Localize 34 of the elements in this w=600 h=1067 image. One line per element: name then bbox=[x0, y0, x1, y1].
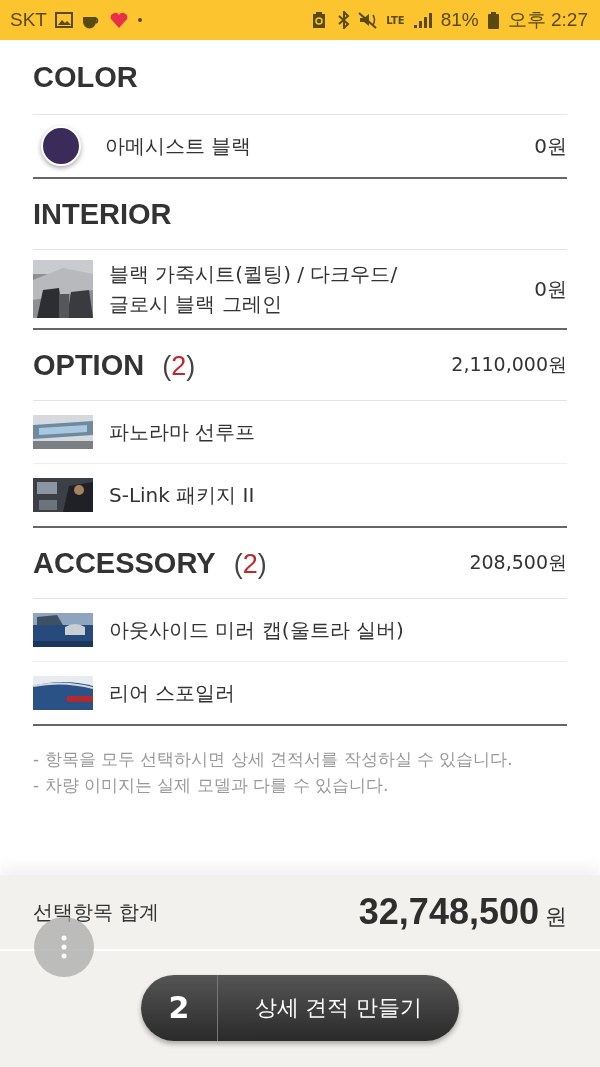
item-name: 파노라마 선루프 bbox=[109, 419, 257, 446]
section-title: OPTION bbox=[33, 348, 145, 382]
item-name: 블랙 가죽시트(퀼팅) / 다크우드/ 글로시 블랙 그레인 bbox=[109, 261, 399, 318]
item-name: 아메시스트 블랙 bbox=[105, 133, 253, 160]
section-title: COLOR bbox=[33, 60, 138, 94]
create-quote-button[interactable]: 2 상세 견적 만들기 bbox=[141, 975, 459, 1041]
battery-percent: 81% bbox=[440, 9, 479, 31]
currency-unit: 원 bbox=[545, 903, 567, 931]
item-count: (2) bbox=[162, 350, 196, 382]
more-icon bbox=[61, 935, 67, 959]
network-type: LTE bbox=[386, 14, 405, 26]
item-count: (2) bbox=[233, 548, 267, 580]
item-price: 0원 bbox=[534, 132, 567, 160]
item-name: S-Link 패키지 II bbox=[109, 482, 256, 509]
section-total: 2,110,000원 bbox=[451, 352, 567, 377]
notice-text: - 차량 이미지는 실제 모델과 다를 수 있습니다. bbox=[33, 774, 390, 797]
signal-icon bbox=[412, 11, 433, 29]
carrier-name: SKT bbox=[10, 9, 47, 31]
total-amount: 32,748,500 bbox=[358, 891, 539, 933]
notice-text: - 항목을 모두 선택하시면 상세 견적서를 작성하실 수 있습니다. bbox=[33, 748, 514, 771]
image-icon bbox=[54, 11, 73, 29]
item-name: 아웃사이드 미러 캡(울트라 실버) bbox=[109, 617, 405, 644]
item-name: 리어 스포일러 bbox=[109, 680, 237, 707]
dot-icon bbox=[136, 17, 143, 23]
section-total: 208,500원 bbox=[469, 550, 567, 575]
section-title: ACCESSORY bbox=[33, 546, 216, 580]
item-price: 0원 bbox=[534, 275, 567, 303]
clock: 오후 2:27 bbox=[507, 8, 588, 32]
bluetooth-icon bbox=[336, 11, 351, 29]
section-title: INTERIOR bbox=[33, 197, 172, 231]
battery-icon bbox=[486, 11, 500, 29]
mute-icon bbox=[358, 11, 379, 29]
total-label: 선택항목 합계 bbox=[33, 898, 160, 926]
heart-icon bbox=[108, 11, 129, 29]
